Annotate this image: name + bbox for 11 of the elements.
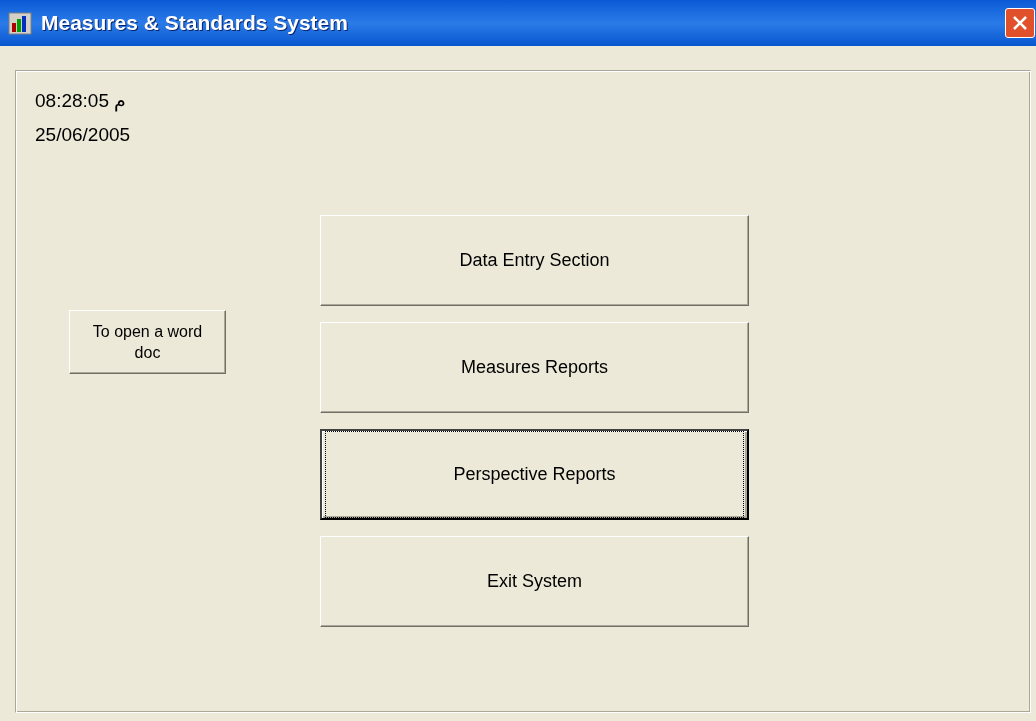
clock-date: 25/06/2005: [35, 123, 132, 147]
menu-button[interactable]: Exit System: [320, 536, 749, 627]
close-icon: [1012, 15, 1028, 31]
window-title: Measures & Standards System: [41, 10, 348, 37]
menu-button[interactable]: Measures Reports: [320, 322, 749, 413]
bar-chart-icon: [8, 11, 32, 35]
clock-time: 08:28:05 م: [35, 89, 128, 113]
close-button[interactable]: [1005, 8, 1035, 38]
menu-button[interactable]: Data Entry Section: [320, 215, 749, 306]
focused-button[interactable]: Perspective Reports: [320, 429, 749, 520]
menu-button[interactable]: To open a word doc: [69, 310, 226, 374]
